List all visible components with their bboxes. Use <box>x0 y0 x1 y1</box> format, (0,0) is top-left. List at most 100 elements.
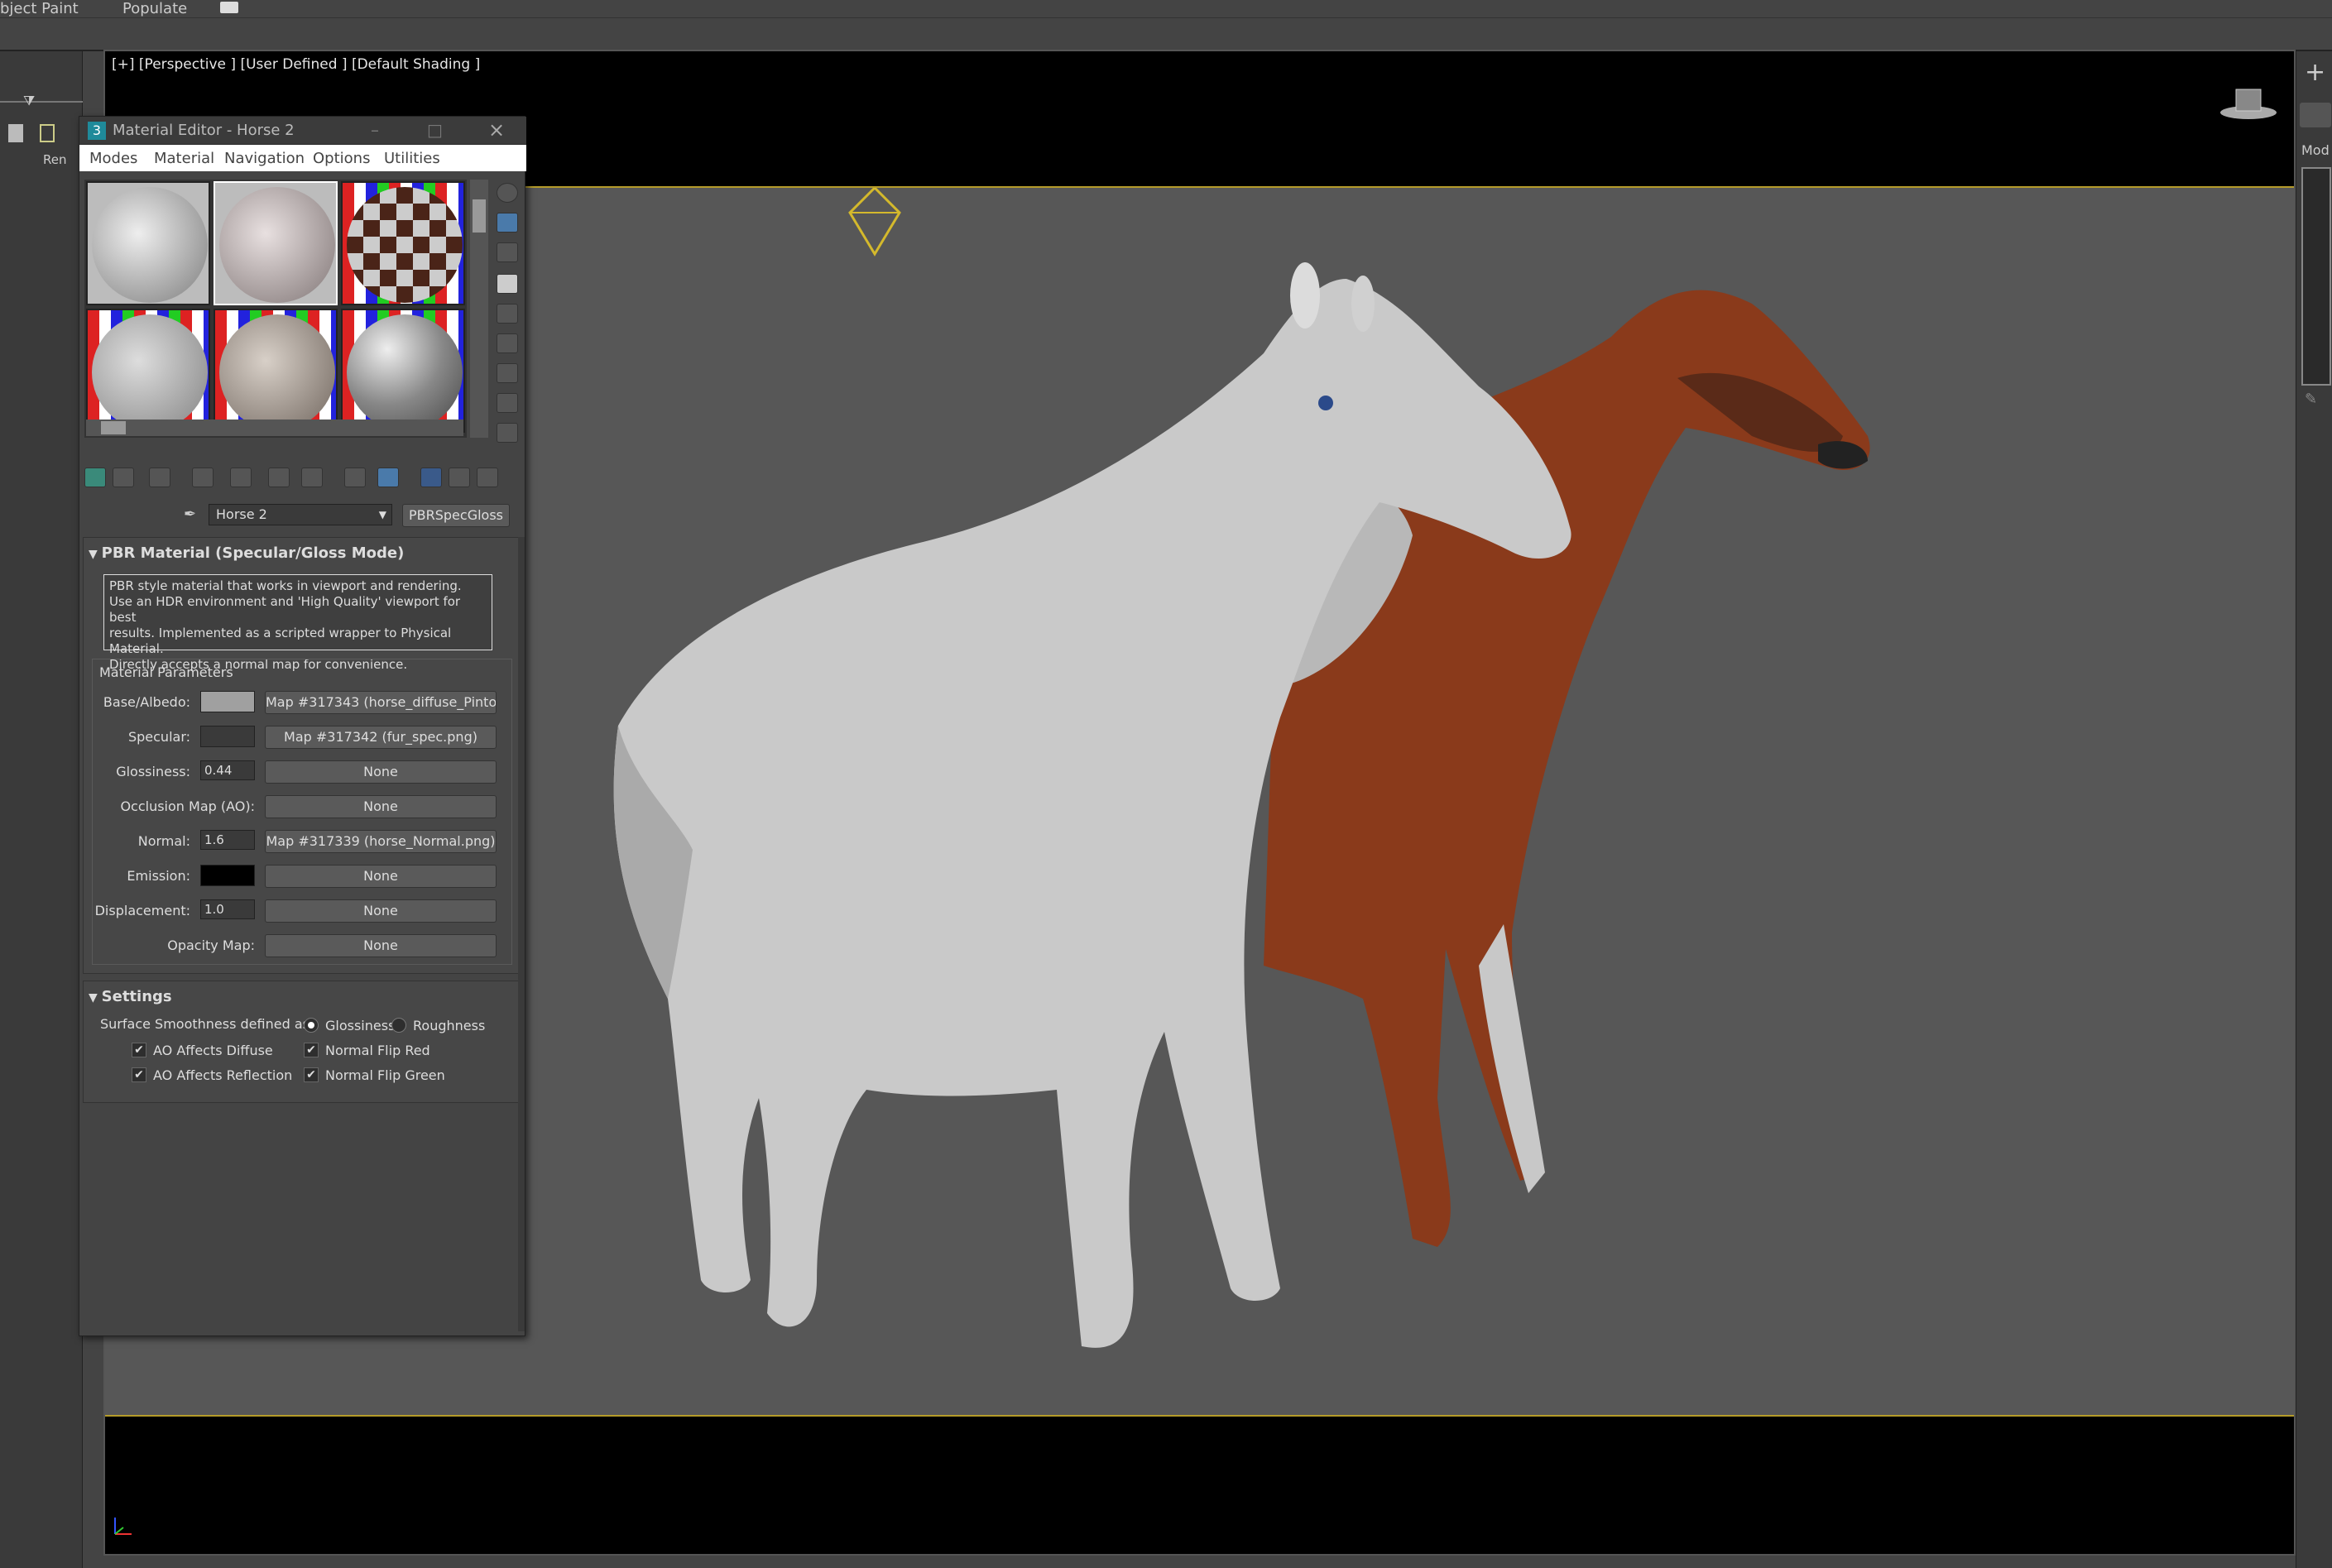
options-icon[interactable] <box>497 363 518 383</box>
displacement-label: Displacement: <box>94 903 190 918</box>
maximize-icon[interactable]: □ <box>427 120 443 140</box>
viewport-label[interactable]: [+] [Perspective ] [User Defined ] [Defa… <box>112 56 480 73</box>
modify-tab[interactable]: Mod <box>2301 142 2330 158</box>
glossiness-label: Glossiness: <box>116 764 190 779</box>
get-material-icon[interactable] <box>84 468 106 487</box>
sample-slot-6[interactable] <box>341 309 465 433</box>
hscroll-thumb[interactable] <box>101 421 126 434</box>
base-color-swatch[interactable] <box>200 691 255 712</box>
radio-roughness[interactable] <box>391 1018 406 1033</box>
normal-spinner[interactable]: 1.6 <box>200 830 255 850</box>
light-gizmo-icon <box>848 185 901 257</box>
material-id-icon[interactable] <box>344 468 366 487</box>
populate-dropdown-icon[interactable] <box>220 2 238 13</box>
material-editor-menubar: Modes Material Navigation Options Utilit… <box>79 145 526 171</box>
sample-slot-2[interactable] <box>214 181 338 305</box>
sample-slot-3[interactable] <box>341 181 465 305</box>
glossiness-spinner[interactable]: 0.44 <box>200 760 255 780</box>
create-plus-icon[interactable]: + <box>2305 58 2325 87</box>
emission-label: Emission: <box>127 868 190 884</box>
displacement-spinner[interactable]: 1.0 <box>200 899 255 919</box>
sample-slot-1[interactable] <box>86 181 210 305</box>
background-icon[interactable] <box>497 242 518 262</box>
material-name-field[interactable]: Horse 2 ▼ <box>209 504 392 525</box>
flip-red-label[interactable]: Normal Flip Red <box>325 1043 430 1058</box>
vscroll-thumb[interactable] <box>473 199 486 233</box>
material-editor-window: 3 Material Editor - Horse 2 – □ × Modes … <box>79 116 526 1336</box>
sample-uv-icon[interactable] <box>497 274 518 294</box>
radio-glossiness-label[interactable]: Glossiness <box>325 1018 395 1033</box>
material-parameters-title: Material Parameters <box>99 664 233 680</box>
ao-reflection-label[interactable]: AO Affects Reflection <box>153 1067 292 1083</box>
ao-diffuse-checkbox[interactable]: ✔ <box>132 1043 146 1057</box>
material-editor-titlebar[interactable]: 3 Material Editor - Horse 2 – □ × <box>79 117 526 145</box>
menu-material[interactable]: Material <box>154 150 214 167</box>
material-name-value: Horse 2 <box>216 506 267 522</box>
viewcube-icon[interactable] <box>2219 84 2277 119</box>
pbr-rollout-title: PBR Material (Specular/Gloss Mode) <box>101 544 405 562</box>
menu-modes[interactable]: Modes <box>89 150 137 167</box>
material-map-navigator-icon[interactable] <box>497 423 518 443</box>
make-preview-icon[interactable] <box>497 333 518 353</box>
material-type-button[interactable]: PBRSpecGloss <box>402 504 510 527</box>
menu-options[interactable]: Options <box>313 150 370 167</box>
slots-hscrollbar[interactable] <box>86 420 463 436</box>
radio-glossiness[interactable] <box>304 1018 319 1033</box>
close-icon[interactable]: × <box>488 118 505 141</box>
menu-populate[interactable]: Populate <box>122 0 187 18</box>
pbr-rollout-header[interactable]: ▼ PBR Material (Specular/Gloss Mode) <box>89 544 511 566</box>
eyedropper-icon[interactable]: ✒ <box>184 506 196 523</box>
show-in-viewport-icon[interactable] <box>377 468 399 487</box>
pin-icon[interactable]: ✎ <box>2305 391 2317 408</box>
go-forward-sibling-icon[interactable] <box>477 468 498 487</box>
backlight-icon[interactable] <box>497 213 518 233</box>
ao-reflection-checkbox[interactable]: ✔ <box>132 1067 146 1082</box>
menu-utilities[interactable]: Utilities <box>384 150 440 167</box>
make-unique-icon[interactable] <box>230 468 252 487</box>
sample-type-icon[interactable] <box>497 183 518 203</box>
sample-slot-5[interactable] <box>214 309 338 433</box>
minimize-icon[interactable]: – <box>371 120 379 140</box>
command-tab-icon[interactable] <box>2300 103 2331 127</box>
specular-map-button[interactable]: Map #317342 (fur_spec.png) <box>265 726 497 749</box>
specular-color-swatch[interactable] <box>200 726 255 747</box>
emission-map-button[interactable]: None <box>265 865 497 888</box>
main-menubar: bject Paint Populate <box>0 0 2332 18</box>
layer-new-icon[interactable] <box>40 124 55 142</box>
flip-green-label[interactable]: Normal Flip Green <box>325 1067 445 1083</box>
ao-diffuse-label[interactable]: AO Affects Diffuse <box>153 1043 273 1058</box>
normal-map-button[interactable]: Map #317339 (horse_Normal.png) <box>265 830 497 853</box>
menu-object-paint[interactable]: bject Paint <box>0 0 79 18</box>
slots-vscrollbar[interactable] <box>470 180 488 438</box>
description-line-2: Use an HDR environment and 'High Quality… <box>109 594 461 625</box>
emission-color-swatch[interactable] <box>200 865 255 886</box>
ao-map-button[interactable]: None <box>265 795 497 818</box>
sample-slot-4[interactable] <box>86 309 210 433</box>
column-header-renderable[interactable]: Ren <box>43 152 66 167</box>
assign-to-selection-icon[interactable] <box>149 468 170 487</box>
rollout-scrollbar[interactable] <box>518 537 525 1331</box>
delete-icon[interactable] <box>192 468 214 487</box>
filter-icon[interactable]: ⧩ <box>23 93 35 109</box>
show-end-result-icon[interactable] <box>420 468 442 487</box>
material-toolbar <box>84 468 498 492</box>
put-to-scene-icon[interactable] <box>113 468 134 487</box>
make-copy-icon[interactable] <box>268 468 290 487</box>
select-by-material-icon[interactable] <box>497 393 518 413</box>
flip-red-checkbox[interactable]: ✔ <box>304 1043 319 1057</box>
base-map-button[interactable]: Map #317343 (horse_diffuse_Pinto_Ligh <box>265 691 497 714</box>
radio-roughness-label[interactable]: Roughness <box>413 1018 485 1033</box>
settings-rollout-header[interactable]: ▼ Settings <box>89 988 511 1009</box>
ao-label: Occlusion Map (AO): <box>120 798 255 814</box>
flip-green-checkbox[interactable]: ✔ <box>304 1067 319 1082</box>
layer-icon[interactable] <box>8 124 23 142</box>
put-to-library-icon[interactable] <box>301 468 323 487</box>
opacity-map-button[interactable]: None <box>265 934 497 957</box>
glossiness-map-button[interactable]: None <box>265 760 497 784</box>
chevron-down-icon: ▼ <box>378 509 386 520</box>
modifier-stack[interactable] <box>2301 167 2331 386</box>
video-color-icon[interactable] <box>497 304 518 324</box>
menu-navigation[interactable]: Navigation <box>224 150 305 167</box>
displacement-map-button[interactable]: None <box>265 899 497 923</box>
go-to-parent-icon[interactable] <box>449 468 470 487</box>
